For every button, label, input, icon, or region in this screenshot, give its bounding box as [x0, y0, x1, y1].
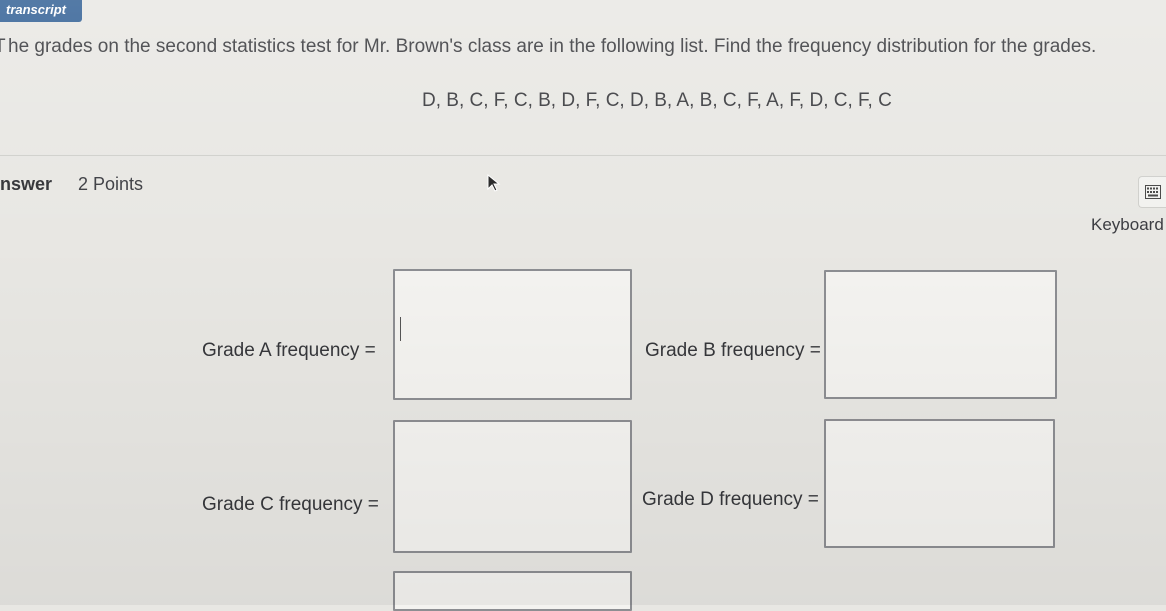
grade-d-label: Grade D frequency = — [642, 489, 819, 510]
keyboard-button[interactable] — [1138, 176, 1166, 208]
answer-label: nswer — [0, 174, 53, 194]
grade-b-input[interactable] — [824, 270, 1057, 399]
grade-a-label: Grade A frequency = — [202, 340, 376, 361]
grade-b-label: Grade B frequency = — [645, 340, 821, 361]
points-label: 2 Points — [78, 174, 144, 194]
grade-c-input[interactable] — [393, 420, 632, 553]
transcript-tab[interactable]: transcript — [0, 0, 82, 22]
keyboard-icon — [1145, 185, 1161, 199]
text-caret — [400, 317, 401, 341]
grade-a-input[interactable] — [393, 269, 632, 400]
prompt-text: he grades on the second statistics test … — [8, 36, 1097, 57]
question-prompt: T he grades on the second statistics tes… — [0, 36, 1096, 58]
prompt-cut-letter: T — [0, 36, 8, 58]
keyboard-label: Keyboard — [1091, 215, 1164, 234]
grades-list: D, B, C, F, C, B, D, F, C, D, B, A, B, C… — [422, 90, 892, 111]
grade-d-input[interactable] — [824, 419, 1055, 548]
next-input-partial[interactable] — [393, 571, 632, 611]
mouse-pointer-icon — [487, 174, 501, 192]
section-divider — [0, 155, 1166, 156]
grade-c-label: Grade C frequency = — [202, 494, 379, 515]
